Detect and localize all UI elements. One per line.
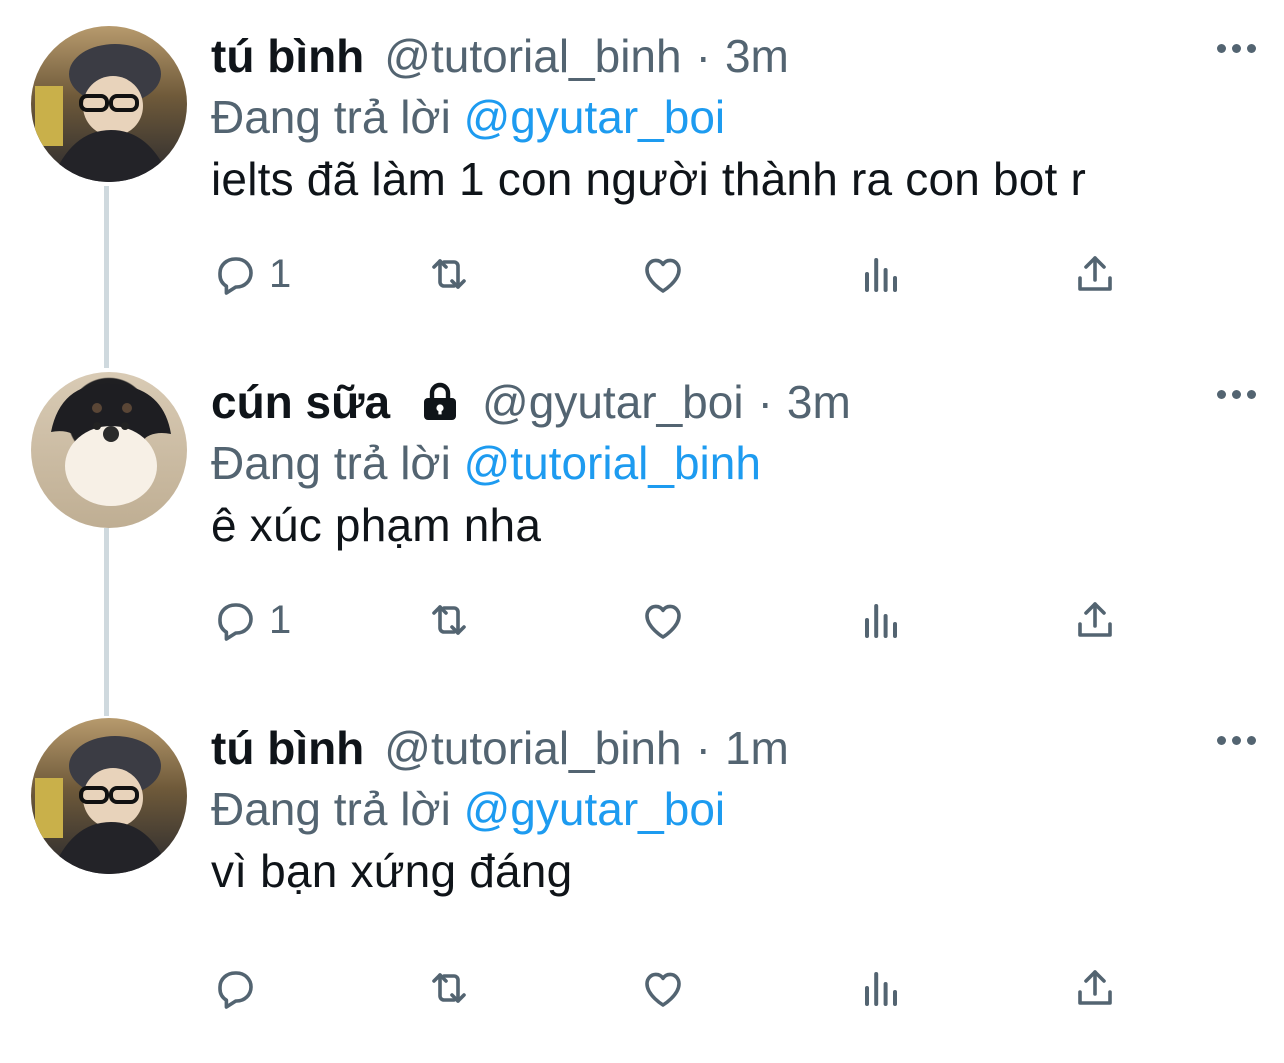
avatar[interactable] — [31, 372, 187, 528]
timestamp[interactable]: 1m — [725, 721, 789, 775]
separator-dot: · — [695, 30, 711, 82]
analytics-button[interactable] — [857, 958, 905, 1018]
retweet-icon — [432, 259, 466, 289]
retweet-button[interactable] — [425, 244, 473, 304]
analytics-icon — [865, 604, 897, 638]
replying-to: Đang trả lời @gyutar_boi — [211, 90, 725, 144]
share-button[interactable] — [1071, 244, 1119, 304]
more-icon[interactable] — [1217, 736, 1256, 745]
user-handle[interactable]: @gyutar_boi — [482, 375, 744, 429]
share-icon — [1078, 602, 1112, 637]
mention-link[interactable]: @gyutar_boi — [464, 783, 726, 835]
separator-dot: · — [757, 376, 773, 428]
tweet-actions — [211, 958, 1171, 1018]
more-icon[interactable] — [1217, 44, 1256, 53]
analytics-button[interactable] — [857, 244, 905, 304]
lock-icon — [416, 378, 464, 426]
reply-button[interactable]: 1 — [211, 590, 291, 650]
replying-to-label: Đang trả lời — [211, 437, 451, 489]
more-icon[interactable] — [1217, 390, 1256, 399]
share-button[interactable] — [1071, 958, 1119, 1018]
display-name[interactable]: tú bình — [211, 721, 364, 775]
mention-link[interactable]: @tutorial_binh — [464, 437, 761, 489]
avatar-image — [35, 736, 171, 874]
retweet-icon — [432, 973, 466, 1003]
reply-button[interactable] — [211, 958, 269, 1018]
share-button[interactable] — [1071, 590, 1119, 650]
avatar[interactable] — [31, 718, 187, 874]
tweet-actions: 1 — [211, 244, 1171, 304]
separator-dot: · — [695, 722, 711, 774]
tweet-actions: 1 — [211, 590, 1171, 650]
tweet-header: tú bình @tutorial_binh · 1m — [211, 718, 789, 778]
like-button[interactable] — [639, 958, 687, 1018]
replying-to: Đang trả lời @tutorial_binh — [211, 436, 761, 490]
reply-button[interactable]: 1 — [211, 244, 291, 304]
replying-to-label: Đang trả lời — [211, 783, 451, 835]
retweet-icon — [432, 605, 466, 635]
avatar-image — [35, 44, 171, 182]
reply-icon — [218, 257, 253, 295]
mention-link[interactable]: @gyutar_boi — [464, 91, 726, 143]
user-handle[interactable]: @tutorial_binh — [384, 29, 681, 83]
tweet[interactable]: cún sữa @gyutar_boi · 3m Đang trả lời @t… — [0, 372, 1284, 717]
tweet-text: ê xúc phạm nha — [211, 499, 542, 551]
tweet[interactable]: tú bình @tutorial_binh · 3m Đang trả lời… — [0, 26, 1284, 371]
tweet-text: vì bạn xứng đáng — [211, 845, 573, 897]
share-icon — [1078, 256, 1112, 291]
tweet-header: tú bình @tutorial_binh · 3m — [211, 26, 789, 86]
user-handle[interactable]: @tutorial_binh — [384, 721, 681, 775]
reply-icon — [218, 971, 253, 1009]
like-icon — [645, 258, 681, 293]
tweet-text: ielts đã làm 1 con người thành ra con bo… — [211, 153, 1087, 205]
reply-count: 1 — [269, 597, 292, 642]
like-icon — [645, 972, 681, 1007]
analytics-button[interactable] — [857, 590, 905, 650]
display-name[interactable]: tú bình — [211, 29, 364, 83]
avatar[interactable] — [31, 26, 187, 182]
tweet-header: cún sữa @gyutar_boi · 3m — [211, 372, 851, 432]
reply-count: 1 — [269, 251, 292, 296]
timestamp[interactable]: 3m — [725, 29, 789, 83]
avatar-image — [51, 383, 171, 506]
analytics-icon — [865, 258, 897, 292]
like-button[interactable] — [639, 590, 687, 650]
retweet-button[interactable] — [425, 958, 473, 1018]
like-icon — [645, 604, 681, 639]
timestamp[interactable]: 3m — [787, 375, 851, 429]
analytics-icon — [865, 972, 897, 1006]
retweet-button[interactable] — [425, 590, 473, 650]
replying-to: Đang trả lời @gyutar_boi — [211, 782, 725, 836]
reply-icon — [218, 603, 253, 641]
replying-to-label: Đang trả lời — [211, 91, 451, 143]
display-name[interactable]: cún sữa — [211, 375, 390, 429]
like-button[interactable] — [639, 244, 687, 304]
tweet[interactable]: tú bình @tutorial_binh · 1m Đang trả lời… — [0, 718, 1284, 1063]
share-icon — [1078, 970, 1112, 1005]
